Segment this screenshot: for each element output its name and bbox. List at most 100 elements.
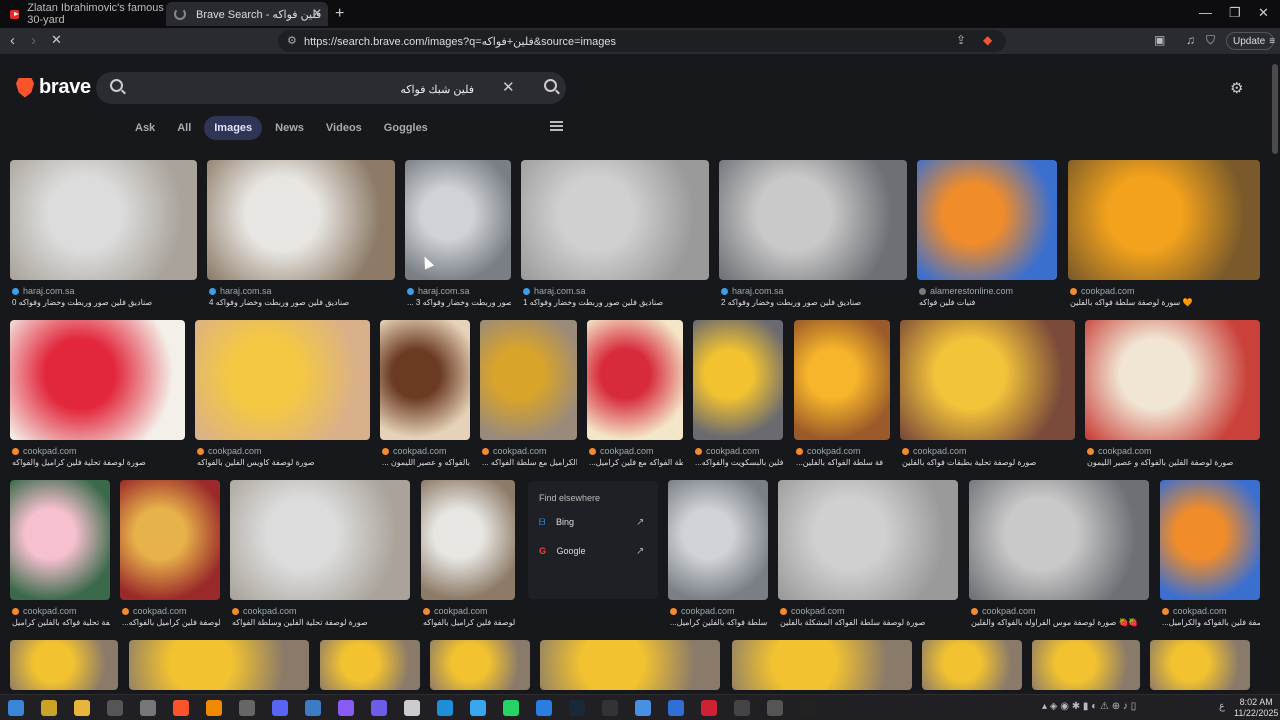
scrollbar-thumb[interactable] (1272, 64, 1278, 154)
new-tab-icon[interactable]: + (335, 5, 344, 23)
result-source[interactable]: cookpad.com (780, 606, 845, 616)
result-title[interactable]: صورة لوصفة تحلية الفلين وسلطة الفواكه (232, 618, 410, 627)
image-result[interactable]: cookpad.com صورة لوصفة كاويس الفلين بالفو… (195, 320, 370, 480)
media-icon[interactable]: ♫ (1186, 33, 1195, 47)
result-source[interactable]: cookpad.com (902, 446, 967, 456)
result-source[interactable]: cookpad.com (423, 606, 488, 616)
app-icon[interactable] (800, 700, 816, 716)
tab-brave-search[interactable]: Brave Search - فلين فواكه ✕ (166, 2, 328, 26)
address-bar[interactable]: ⚙ https://search.brave.com/images?q=فلين… (278, 30, 1006, 52)
whatsapp-icon[interactable] (503, 700, 519, 716)
result-source[interactable]: cookpad.com (482, 446, 547, 456)
vlc-icon[interactable] (206, 700, 222, 716)
result-thumbnail[interactable] (794, 320, 890, 440)
result-source[interactable]: cookpad.com (695, 446, 760, 456)
filter-icon[interactable] (550, 121, 563, 132)
app-icon[interactable] (338, 700, 354, 716)
wallet-icon[interactable]: ⛉ (1206, 33, 1215, 48)
image-result[interactable] (10, 640, 118, 690)
epic-games-icon[interactable] (602, 700, 618, 716)
app-icon[interactable] (701, 700, 717, 716)
result-thumbnail[interactable] (1160, 480, 1260, 600)
language-indicator[interactable]: ع (1219, 701, 1225, 712)
result-source[interactable]: cookpad.com (670, 606, 735, 616)
result-thumbnail[interactable] (1068, 160, 1260, 280)
result-thumbnail[interactable] (900, 320, 1075, 440)
result-thumbnail[interactable] (1085, 320, 1260, 440)
result-thumbnail[interactable] (10, 320, 185, 440)
result-thumbnail[interactable] (120, 480, 220, 600)
result-title[interactable]: صورة لوصفة فلين كراميل بالفواكه (423, 618, 515, 627)
sidebar-icon[interactable]: ▣ (1154, 33, 1165, 47)
result-thumbnail[interactable] (778, 480, 958, 600)
image-result[interactable] (430, 640, 530, 690)
image-result[interactable]: cookpad.com صورة لوصفة فلين كراميل بالفوا… (421, 480, 515, 640)
result-title[interactable]: ...وصفة فلين بالبسكويت والفواكه (695, 458, 783, 467)
update-button[interactable]: Update ≡ (1226, 32, 1275, 50)
discord-icon[interactable] (272, 700, 288, 716)
result-thumbnail[interactable] (10, 480, 110, 600)
tab-goggles[interactable]: Goggles (375, 116, 437, 140)
result-thumbnail[interactable] (719, 160, 907, 280)
result-title[interactable]: صورة لوصفة سلطة الفواكه المشكلة بالفلين (780, 618, 958, 627)
image-result[interactable]: cookpad.com سورة لوصفة سلطة فواكه بالفلين… (1068, 160, 1260, 320)
result-source[interactable]: haraj.com.sa (523, 286, 586, 296)
result-source[interactable]: haraj.com.sa (721, 286, 784, 296)
result-thumbnail[interactable] (195, 320, 370, 440)
brave-shields-icon[interactable]: ◆ (983, 33, 992, 47)
result-source[interactable]: cookpad.com (796, 446, 861, 456)
app-icon[interactable] (107, 700, 123, 716)
result-thumbnail[interactable] (320, 640, 420, 690)
result-title[interactable]: ... فلين بالفواكه و عصير الليمون (382, 458, 470, 467)
result-title[interactable]: ... فلين الكراميل مع سلطة الفواكه (482, 458, 577, 467)
app-icon[interactable] (767, 700, 783, 716)
result-source[interactable]: alamerestonline.com (919, 286, 1013, 296)
start-icon[interactable] (8, 700, 24, 716)
image-result[interactable]: cookpad.com ... فلين بالفواكه و عصير اللي… (380, 320, 470, 480)
result-title[interactable]: صناديق فلين صور وربطت وخضار وفواكه 2 (721, 298, 907, 307)
result-thumbnail[interactable] (10, 160, 197, 280)
app-icon[interactable] (635, 700, 651, 716)
page-scrollbar[interactable] (1271, 54, 1280, 694)
find-bing-link[interactable]: ᗷ Bing (539, 517, 574, 528)
external-link-icon[interactable]: ↗ (636, 517, 644, 528)
app-icon[interactable] (371, 700, 387, 716)
image-result[interactable] (922, 640, 1022, 690)
tab-news[interactable]: News (266, 116, 313, 140)
result-source[interactable]: cookpad.com (232, 606, 297, 616)
result-title[interactable]: صورة لوصفة تحلية فلين كراميل والفواكه (12, 458, 185, 467)
result-title[interactable]: صورة لوصفة موس الفراولة بالفواكه والفلين… (971, 618, 1149, 627)
result-source[interactable]: cookpad.com (12, 606, 77, 616)
image-result[interactable]: cookpad.com ...ة لوصفة سلطة فواكه بالفلين… (668, 480, 768, 640)
tab-images[interactable]: Images (204, 116, 263, 140)
result-thumbnail[interactable] (521, 160, 709, 280)
result-title[interactable]: سورة لوصفة سلطة فواكه بالفلين 🧡 (1070, 298, 1260, 307)
result-thumbnail[interactable] (421, 480, 515, 600)
result-source[interactable]: cookpad.com (1087, 446, 1152, 456)
result-title[interactable]: صورة لوصفة الفلين بالفواكه و عصير الليمو… (1087, 458, 1260, 467)
image-result[interactable]: cookpad.com صورة لوصفة موس الفراولة بالفو… (969, 480, 1149, 640)
tab-all[interactable]: All (168, 116, 200, 140)
result-title[interactable]: ...فة سلطة الفواكه بالفلين (796, 458, 890, 467)
result-thumbnail[interactable] (230, 480, 410, 600)
back-icon[interactable]: ‹ (10, 32, 15, 49)
result-thumbnail[interactable] (922, 640, 1022, 690)
app-icon[interactable] (140, 700, 156, 716)
app-icon[interactable] (239, 700, 255, 716)
image-result[interactable]: cookpad.com ...بة سلطة الفواكه مع فلين كر… (587, 320, 683, 480)
tab-videos[interactable]: Videos (317, 116, 371, 140)
result-title[interactable]: ...بة سلطة الفواكه مع فلين كراميل (589, 458, 683, 467)
image-result[interactable]: cookpad.com ...صورة لوصفة فلين بالفواكه و… (1160, 480, 1260, 640)
image-result[interactable]: cookpad.com صورة لوصفة الفلين بالفواكه و … (1085, 320, 1260, 480)
result-title[interactable]: ... فلين صور وربطت وخضار وفواكه 3 (407, 298, 511, 307)
result-title[interactable]: صناديق فلين صور وربطت وخضار وفواكه 0 (12, 298, 197, 307)
result-source[interactable]: cookpad.com (971, 606, 1036, 616)
find-google-link[interactable]: G Google (539, 546, 586, 556)
result-title[interactable]: صناديق فلين صور وربطت وخضار وفواكه 1 (523, 298, 709, 307)
result-thumbnail[interactable] (540, 640, 720, 690)
image-result[interactable] (732, 640, 912, 690)
result-thumbnail[interactable] (380, 320, 470, 440)
image-result[interactable] (129, 640, 309, 690)
app-icon[interactable] (404, 700, 420, 716)
image-result[interactable]: cookpad.com صورة لوصفة تحلية فواكه بالفلي… (10, 480, 110, 640)
